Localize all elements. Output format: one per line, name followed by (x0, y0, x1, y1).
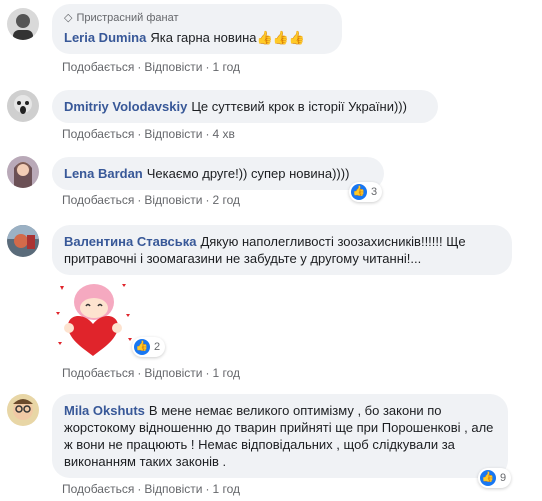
comment-author[interactable]: Mila Okshuts (64, 403, 145, 418)
comment-bubble: Mila Okshuts В мене немає великого оптимі… (52, 394, 508, 478)
comment-bubble: Dmitriy Volodavskiy Це суттєвий крок в іс… (52, 90, 438, 123)
reaction-summary[interactable]: 👍 3 (349, 182, 383, 202)
reaction-count: 9 (500, 472, 507, 484)
like-button[interactable]: Подобається (62, 60, 134, 74)
avatar-valentyna[interactable] (7, 225, 39, 257)
comment-text: Яка гарна новина👍👍👍 (150, 30, 306, 45)
reaction-count: 3 (371, 186, 378, 198)
reply-button[interactable]: Відповісти (144, 60, 202, 74)
avatar-lena[interactable] (7, 156, 39, 188)
reaction-count: 2 (154, 341, 161, 353)
avatar-mila[interactable] (7, 394, 39, 426)
timestamp[interactable]: 1 год (212, 60, 240, 74)
fan-badge: ◇ Пристрасний фанат (64, 10, 330, 27)
like-button[interactable]: Подобається (62, 127, 134, 141)
comment-bubble: Lena Bardan Чекаємо друге!)) супер новина… (52, 157, 384, 190)
timestamp[interactable]: 1 год (212, 482, 240, 496)
comment-author[interactable]: Lena Bardan (64, 166, 143, 181)
timestamp[interactable]: 2 год (212, 193, 240, 207)
comment-bubble: ◇ Пристрасний фанат Leria Dumina Яка гарн… (52, 4, 342, 54)
heart-sticker[interactable] (52, 278, 134, 360)
comment-author[interactable]: Валентина Ставська (64, 234, 196, 249)
like-icon: 👍 (351, 184, 367, 200)
diamond-icon: ◇ (64, 12, 73, 24)
comment-author[interactable]: Dmitriy Volodavskiy (64, 99, 187, 114)
comment-author[interactable]: Leria Dumina (64, 30, 146, 45)
reply-button[interactable]: Відповісти (144, 366, 202, 380)
reply-button[interactable]: Відповісти (144, 482, 202, 496)
comment-text: Чекаємо друге!)) супер новина)))) (146, 166, 350, 181)
like-button[interactable]: Подобається (62, 193, 134, 207)
comment-actions: Подобається · Відповісти · 1 год (62, 60, 240, 74)
timestamp[interactable]: 1 год (212, 366, 240, 380)
comment-actions: Подобається · Відповісти · 1 год (62, 482, 240, 496)
comment-text: Це суттєвий крок в історії України))) (191, 99, 407, 114)
comment-actions: Подобається · Відповісти · 2 год (62, 193, 240, 207)
like-button[interactable]: Подобається (62, 482, 134, 496)
comment-actions: Подобається · Відповісти · 4 хв (62, 127, 235, 141)
like-icon: 👍 (134, 339, 150, 355)
like-icon: 👍 (480, 470, 496, 486)
reaction-summary[interactable]: 👍 9 (478, 468, 512, 488)
avatar-leria[interactable] (7, 8, 39, 40)
avatar-dmitriy[interactable] (7, 90, 39, 122)
comment-actions: Подобається · Відповісти · 1 год (62, 366, 240, 380)
reaction-summary[interactable]: 👍 2 (132, 337, 166, 357)
timestamp[interactable]: 4 хв (212, 127, 234, 141)
like-button[interactable]: Подобається (62, 366, 134, 380)
comment-bubble: Валентина Ставська Дякую наполегливості з… (52, 225, 512, 275)
badge-label: Пристрасний фанат (76, 12, 179, 24)
reply-button[interactable]: Відповісти (144, 193, 202, 207)
reply-button[interactable]: Відповісти (144, 127, 202, 141)
